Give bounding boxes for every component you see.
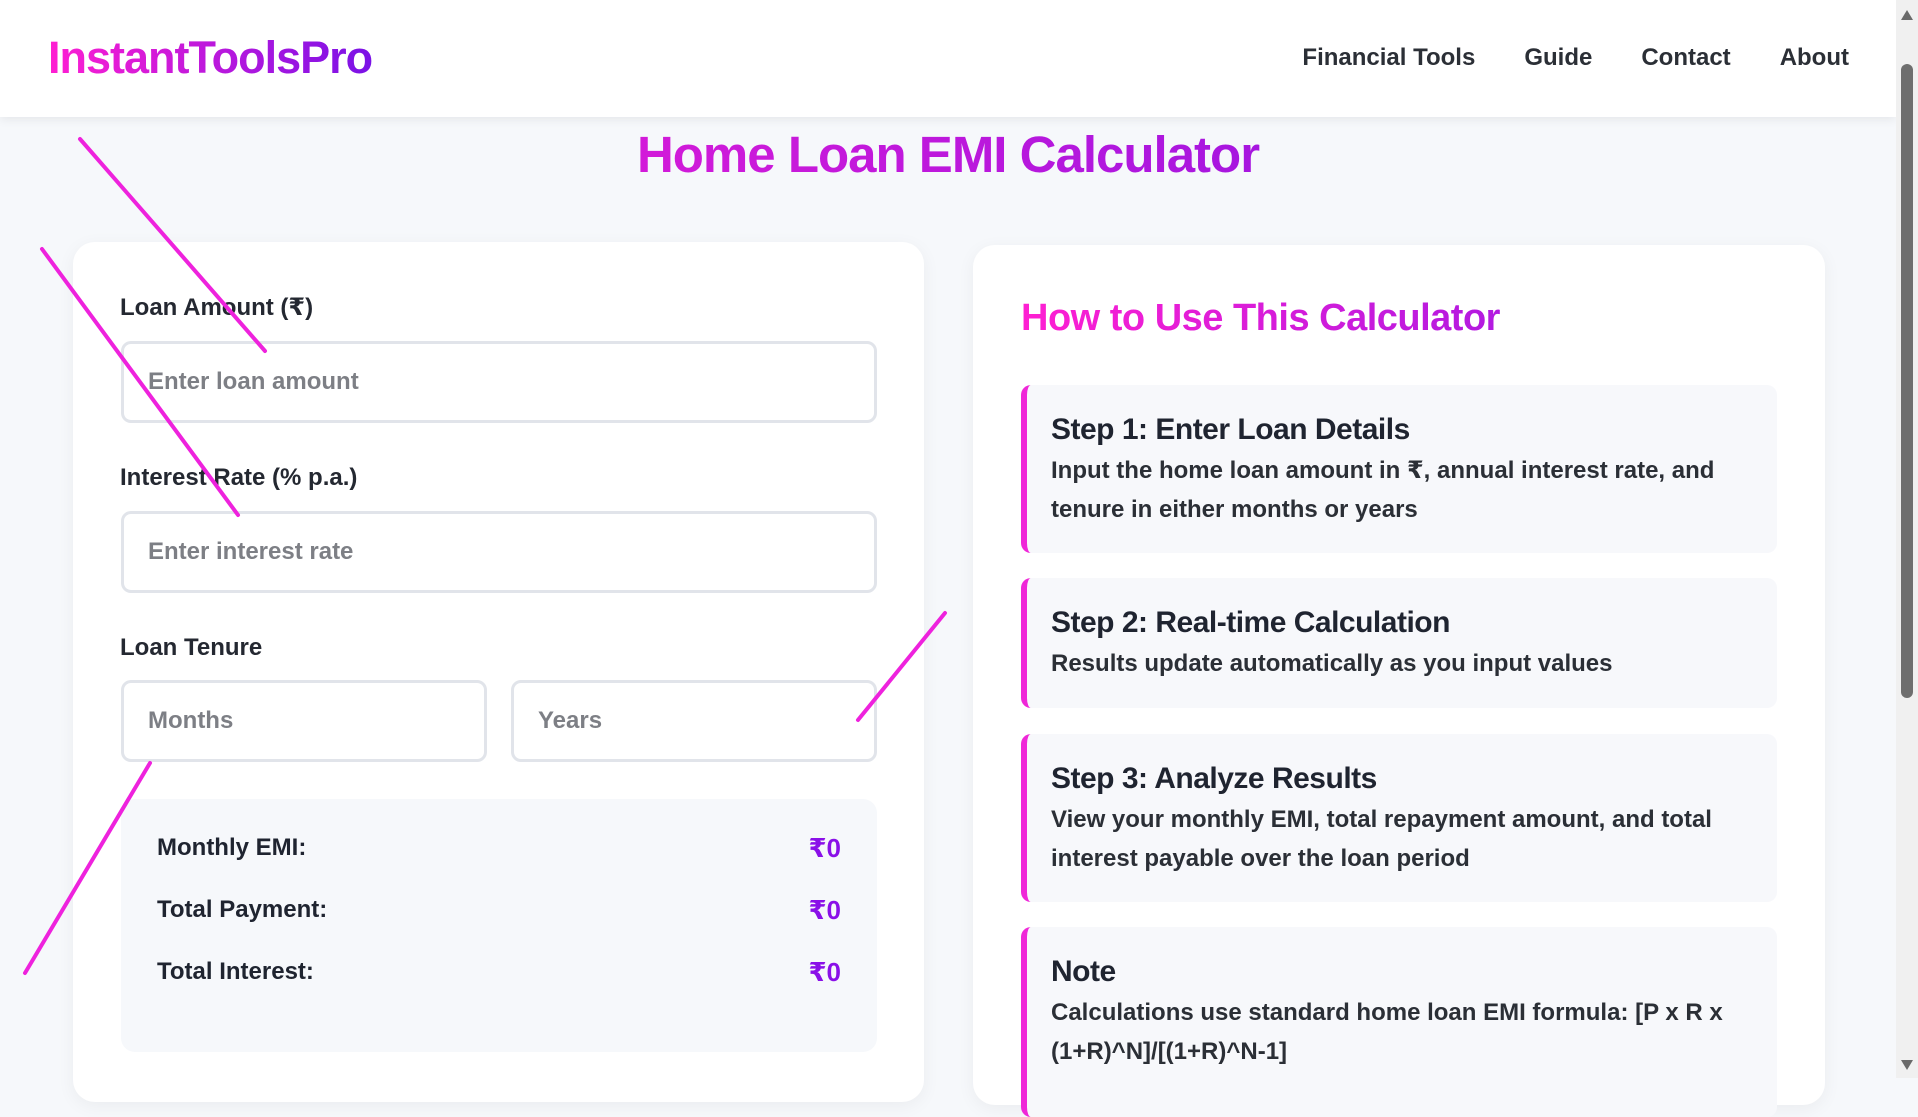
site-header: InstantToolsPro Financial Tools Guide Co…: [0, 0, 1896, 117]
monthly-emi-row: Monthly EMI: ₹0: [157, 831, 841, 865]
guide-card: How to Use This Calculator Step 1: Enter…: [973, 245, 1825, 1117]
total-payment-value: ₹0: [808, 895, 841, 925]
nav-link-guide[interactable]: Guide: [1524, 40, 1592, 76]
interest-rate-input[interactable]: [121, 511, 877, 593]
step-3-box: Step 3: Analyze Results View your monthl…: [1021, 734, 1777, 902]
note-title: Note: [1051, 955, 1116, 988]
note-text: Calculations use standard home loan EMI …: [1051, 999, 1723, 1065]
loan-amount-label: Loan Amount (₹): [120, 294, 314, 321]
page-title: Home Loan EMI Calculator: [0, 122, 1896, 188]
scroll-up-arrow-icon[interactable]: [1901, 10, 1913, 20]
total-payment-row: Total Payment: ₹0: [157, 893, 841, 927]
scrollbar-thumb[interactable]: [1901, 64, 1913, 698]
step-1-text: Input the home loan amount in ₹, annual …: [1051, 457, 1715, 523]
loan-tenure-label: Loan Tenure: [120, 634, 263, 661]
total-payment-label: Total Payment:: [157, 896, 328, 923]
vertical-scrollbar[interactable]: [1896, 0, 1918, 1078]
step-3-title: Step 3: Analyze Results: [1051, 762, 1377, 795]
note-box: Note Calculations use standard home loan…: [1021, 927, 1777, 1117]
calculator-card: Loan Amount (₹) Interest Rate (% p.a.) L…: [73, 242, 924, 1102]
site-logo[interactable]: InstantToolsPro: [48, 30, 373, 85]
monthly-emi-label: Monthly EMI:: [157, 834, 307, 861]
results-panel: Monthly EMI: ₹0 Total Payment: ₹0 Total …: [121, 799, 877, 1052]
tenure-months-input[interactable]: [121, 680, 487, 762]
step-2-title: Step 2: Real-time Calculation: [1051, 606, 1450, 639]
interest-rate-label: Interest Rate (% p.a.): [120, 464, 358, 491]
nav-link-contact[interactable]: Contact: [1641, 40, 1730, 76]
step-2-text: Results update automatically as you inpu…: [1051, 650, 1613, 677]
nav-link-financial-tools[interactable]: Financial Tools: [1302, 40, 1475, 76]
step-1-title: Step 1: Enter Loan Details: [1051, 413, 1410, 446]
step-1-box: Step 1: Enter Loan Details Input the hom…: [1021, 385, 1777, 553]
step-3-text: View your monthly EMI, total repayment a…: [1051, 806, 1712, 872]
tenure-years-input[interactable]: [511, 680, 877, 762]
main-nav: Financial Tools Guide Contact About: [1302, 40, 1849, 76]
total-interest-value: ₹0: [808, 957, 841, 987]
scroll-down-arrow-icon[interactable]: [1901, 1060, 1913, 1070]
guide-title: How to Use This Calculator: [1021, 293, 1500, 343]
monthly-emi-value: ₹0: [808, 833, 841, 863]
total-interest-label: Total Interest:: [157, 958, 314, 985]
step-2-box: Step 2: Real-time Calculation Results up…: [1021, 578, 1777, 708]
loan-amount-input[interactable]: [121, 341, 877, 423]
total-interest-row: Total Interest: ₹0: [157, 955, 841, 989]
nav-link-about[interactable]: About: [1780, 40, 1849, 76]
